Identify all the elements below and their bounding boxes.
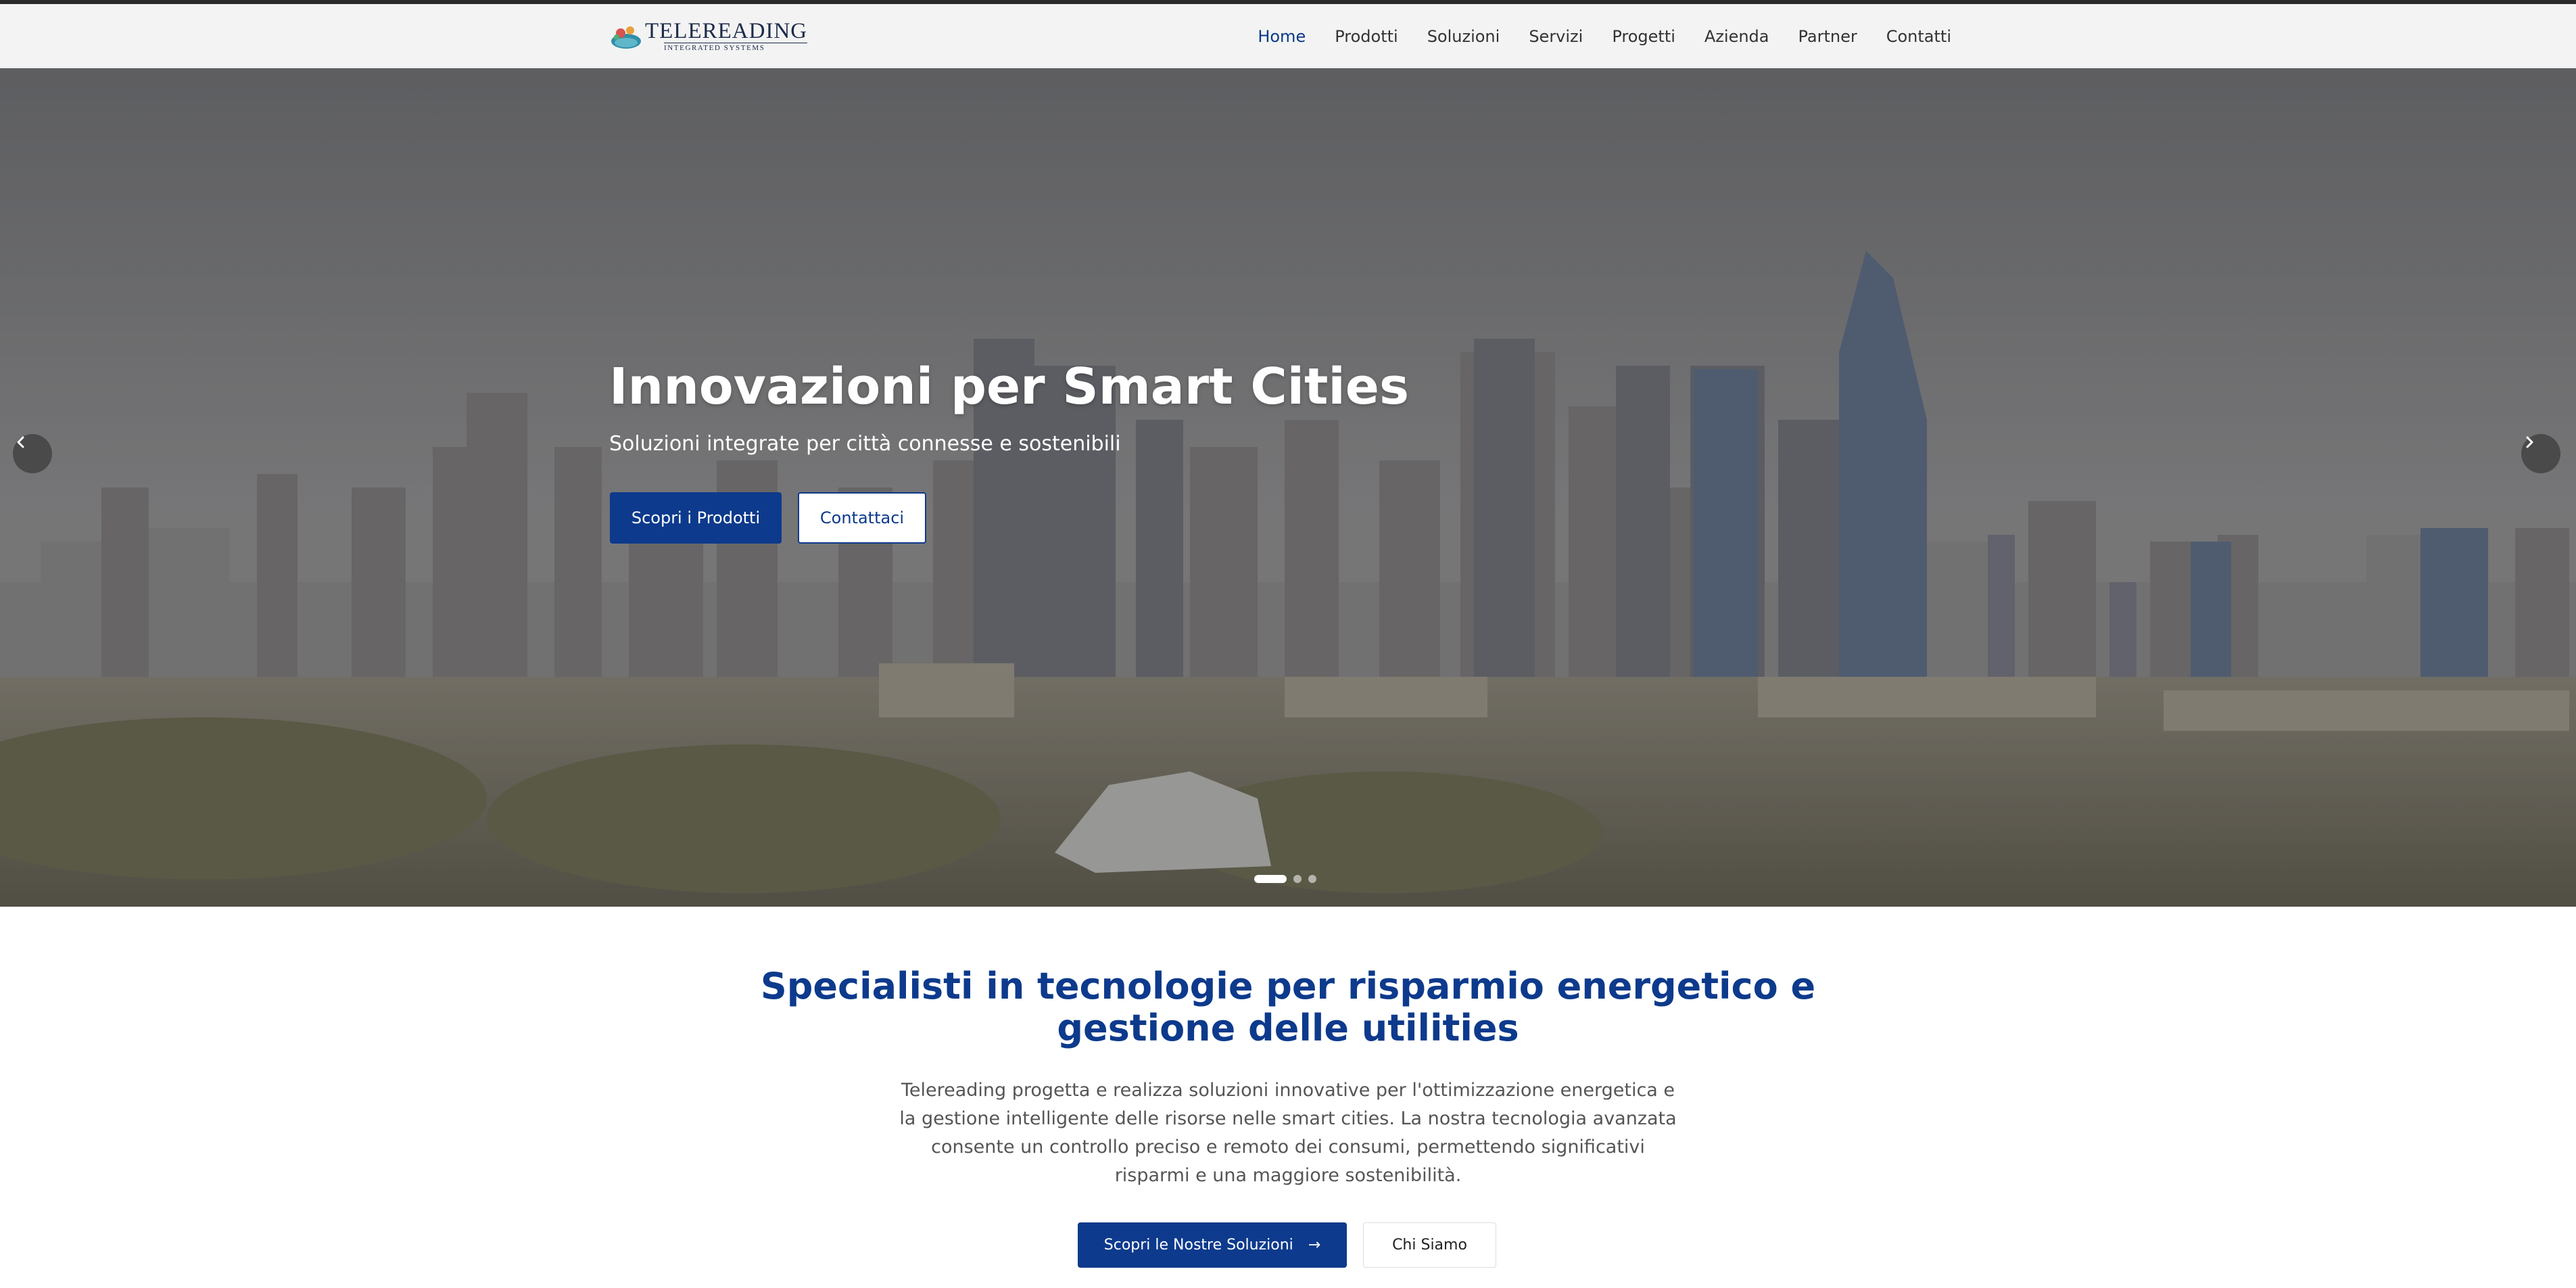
hero-carousel: Innovazioni per Smart Cities Soluzioni i…: [0, 68, 2576, 907]
arrow-right-icon: →: [1308, 1237, 1321, 1254]
main-nav: Home Prodotti Soluzioni Servizi Progetti…: [1258, 4, 1951, 68]
navbar: TELEREADING INTEGRATED SYSTEMS Home Prod…: [0, 4, 2576, 68]
nav-item-servizi[interactable]: Servizi: [1529, 27, 1583, 46]
scopri-prodotti-button[interactable]: Scopri i Prodotti: [610, 492, 782, 544]
brand-tagline: INTEGRATED SYSTEMS: [664, 43, 808, 52]
telereading-logo-icon: [609, 17, 649, 55]
hero-title: Innovazioni per Smart Cities: [609, 358, 1410, 416]
nav-item-prodotti[interactable]: Prodotti: [1335, 27, 1398, 46]
carousel-prev-button[interactable]: [13, 434, 52, 473]
contattaci-button[interactable]: Contattaci: [798, 492, 926, 544]
nav-item-contatti[interactable]: Contatti: [1886, 27, 1951, 46]
nav-item-progetti[interactable]: Progetti: [1612, 27, 1675, 46]
nav-item-azienda[interactable]: Azienda: [1704, 27, 1769, 46]
intro-title: Specialisti in tecnologie per risparmio …: [760, 965, 1816, 1049]
chevron-left-icon: [17, 436, 24, 448]
chevron-right-icon: [2526, 436, 2533, 448]
nav-item-soluzioni[interactable]: Soluzioni: [1427, 27, 1500, 46]
nav-item-home[interactable]: Home: [1258, 27, 1306, 46]
carousel-indicators: [1254, 875, 1316, 883]
brand-name: TELEREADING: [645, 19, 808, 43]
carousel-indicator-3[interactable]: [1308, 875, 1316, 883]
carousel-indicator-2[interactable]: [1293, 875, 1302, 883]
brand-logo[interactable]: TELEREADING INTEGRATED SYSTEMS: [609, 15, 808, 57]
hero-subtitle: Soluzioni integrate per città connesse e…: [609, 432, 1121, 456]
scopri-soluzioni-button[interactable]: Scopri le Nostre Soluzioni →: [1078, 1222, 1347, 1268]
chi-siamo-button[interactable]: Chi Siamo: [1363, 1222, 1496, 1268]
carousel-indicator-1[interactable]: [1254, 875, 1287, 883]
nav-item-partner[interactable]: Partner: [1798, 27, 1857, 46]
hero-overlay: [0, 68, 2576, 907]
scopri-soluzioni-label: Scopri le Nostre Soluzioni: [1103, 1237, 1293, 1254]
carousel-next-button[interactable]: [2521, 434, 2560, 473]
intro-text: Telereading progetta e realizza soluzion…: [899, 1080, 1677, 1186]
